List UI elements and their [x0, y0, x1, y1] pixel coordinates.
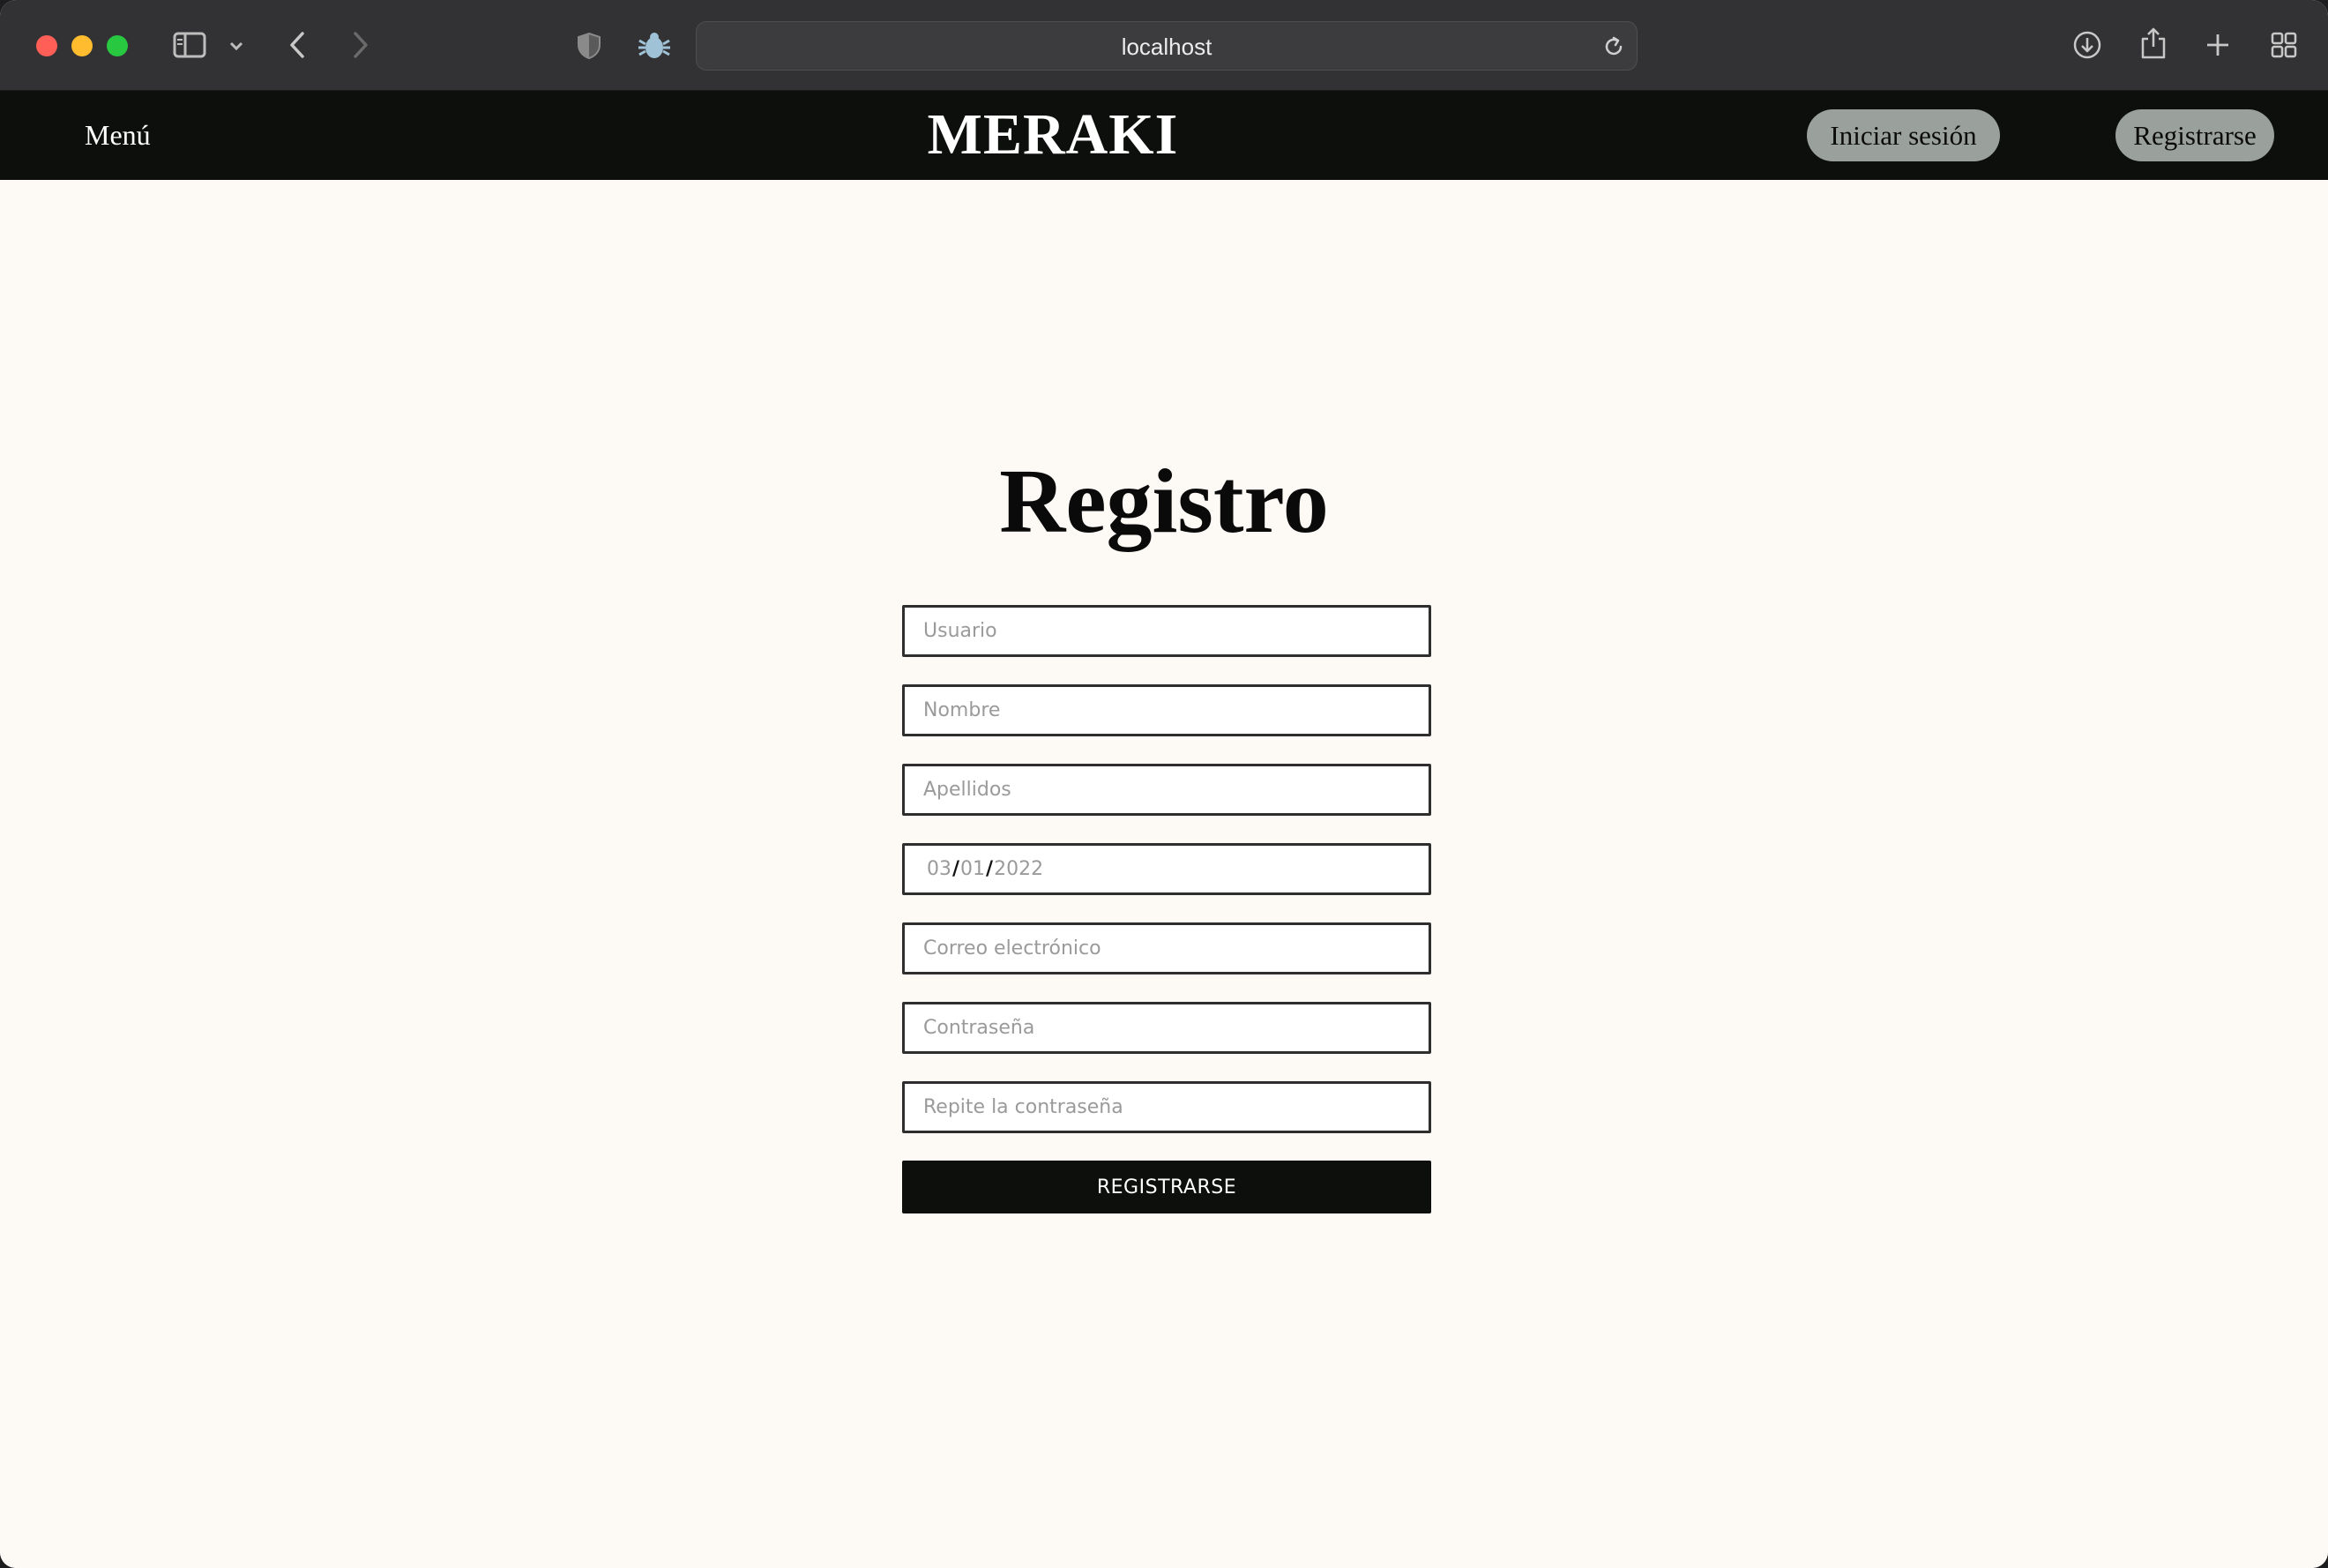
- email-input[interactable]: [902, 922, 1431, 974]
- login-button[interactable]: Iniciar sesión: [1807, 109, 2000, 161]
- birthdate-input[interactable]: 03 / 01 / 2022: [902, 843, 1431, 895]
- name-input[interactable]: [902, 684, 1431, 736]
- browser-toolbar: localhost: [0, 0, 2328, 91]
- forward-icon[interactable]: [347, 28, 374, 62]
- sidebar-icon[interactable]: [172, 29, 207, 61]
- page-title: Registro: [999, 451, 1329, 552]
- tab-overview-icon[interactable]: [2269, 30, 2299, 60]
- chevron-down-icon[interactable]: [226, 35, 247, 56]
- surname-input[interactable]: [902, 764, 1431, 816]
- zoom-window-button[interactable]: [107, 35, 128, 56]
- site-header: Menú MERAKI Iniciar sesión Registrarse: [0, 91, 2328, 180]
- shield-icon[interactable]: [573, 30, 605, 62]
- birthdate-separator: /: [952, 858, 960, 880]
- birthdate-month[interactable]: 03: [927, 858, 951, 880]
- repeat-password-input[interactable]: [902, 1081, 1431, 1133]
- download-icon[interactable]: [2071, 28, 2104, 62]
- birthdate-separator: /: [986, 858, 994, 880]
- close-window-button[interactable]: [36, 35, 57, 56]
- submit-register-button[interactable]: REGISTRARSE: [902, 1161, 1431, 1213]
- back-icon[interactable]: [284, 28, 310, 62]
- username-input[interactable]: [902, 605, 1431, 657]
- register-page: Registro 03 / 01 / 2022 REGISTRARSE: [0, 180, 2328, 1568]
- register-button[interactable]: Registrarse: [2115, 109, 2274, 161]
- bug-icon[interactable]: [637, 28, 672, 63]
- reload-icon[interactable]: [1601, 34, 1626, 59]
- birthdate-day[interactable]: 01: [960, 858, 985, 880]
- brand-logo[interactable]: MERAKI: [882, 100, 1224, 170]
- share-icon[interactable]: [2138, 25, 2169, 62]
- address-bar[interactable]: localhost: [696, 21, 1638, 71]
- plus-icon[interactable]: [2203, 30, 2233, 60]
- password-input[interactable]: [902, 1002, 1431, 1054]
- minimize-window-button[interactable]: [71, 35, 93, 56]
- browser-window: localhost Menú MERAKI Iniciar sesión Reg…: [0, 0, 2328, 1568]
- address-text[interactable]: localhost: [697, 22, 1637, 71]
- menu-link[interactable]: Menú: [85, 116, 151, 154]
- birthdate-year[interactable]: 2022: [994, 858, 1043, 880]
